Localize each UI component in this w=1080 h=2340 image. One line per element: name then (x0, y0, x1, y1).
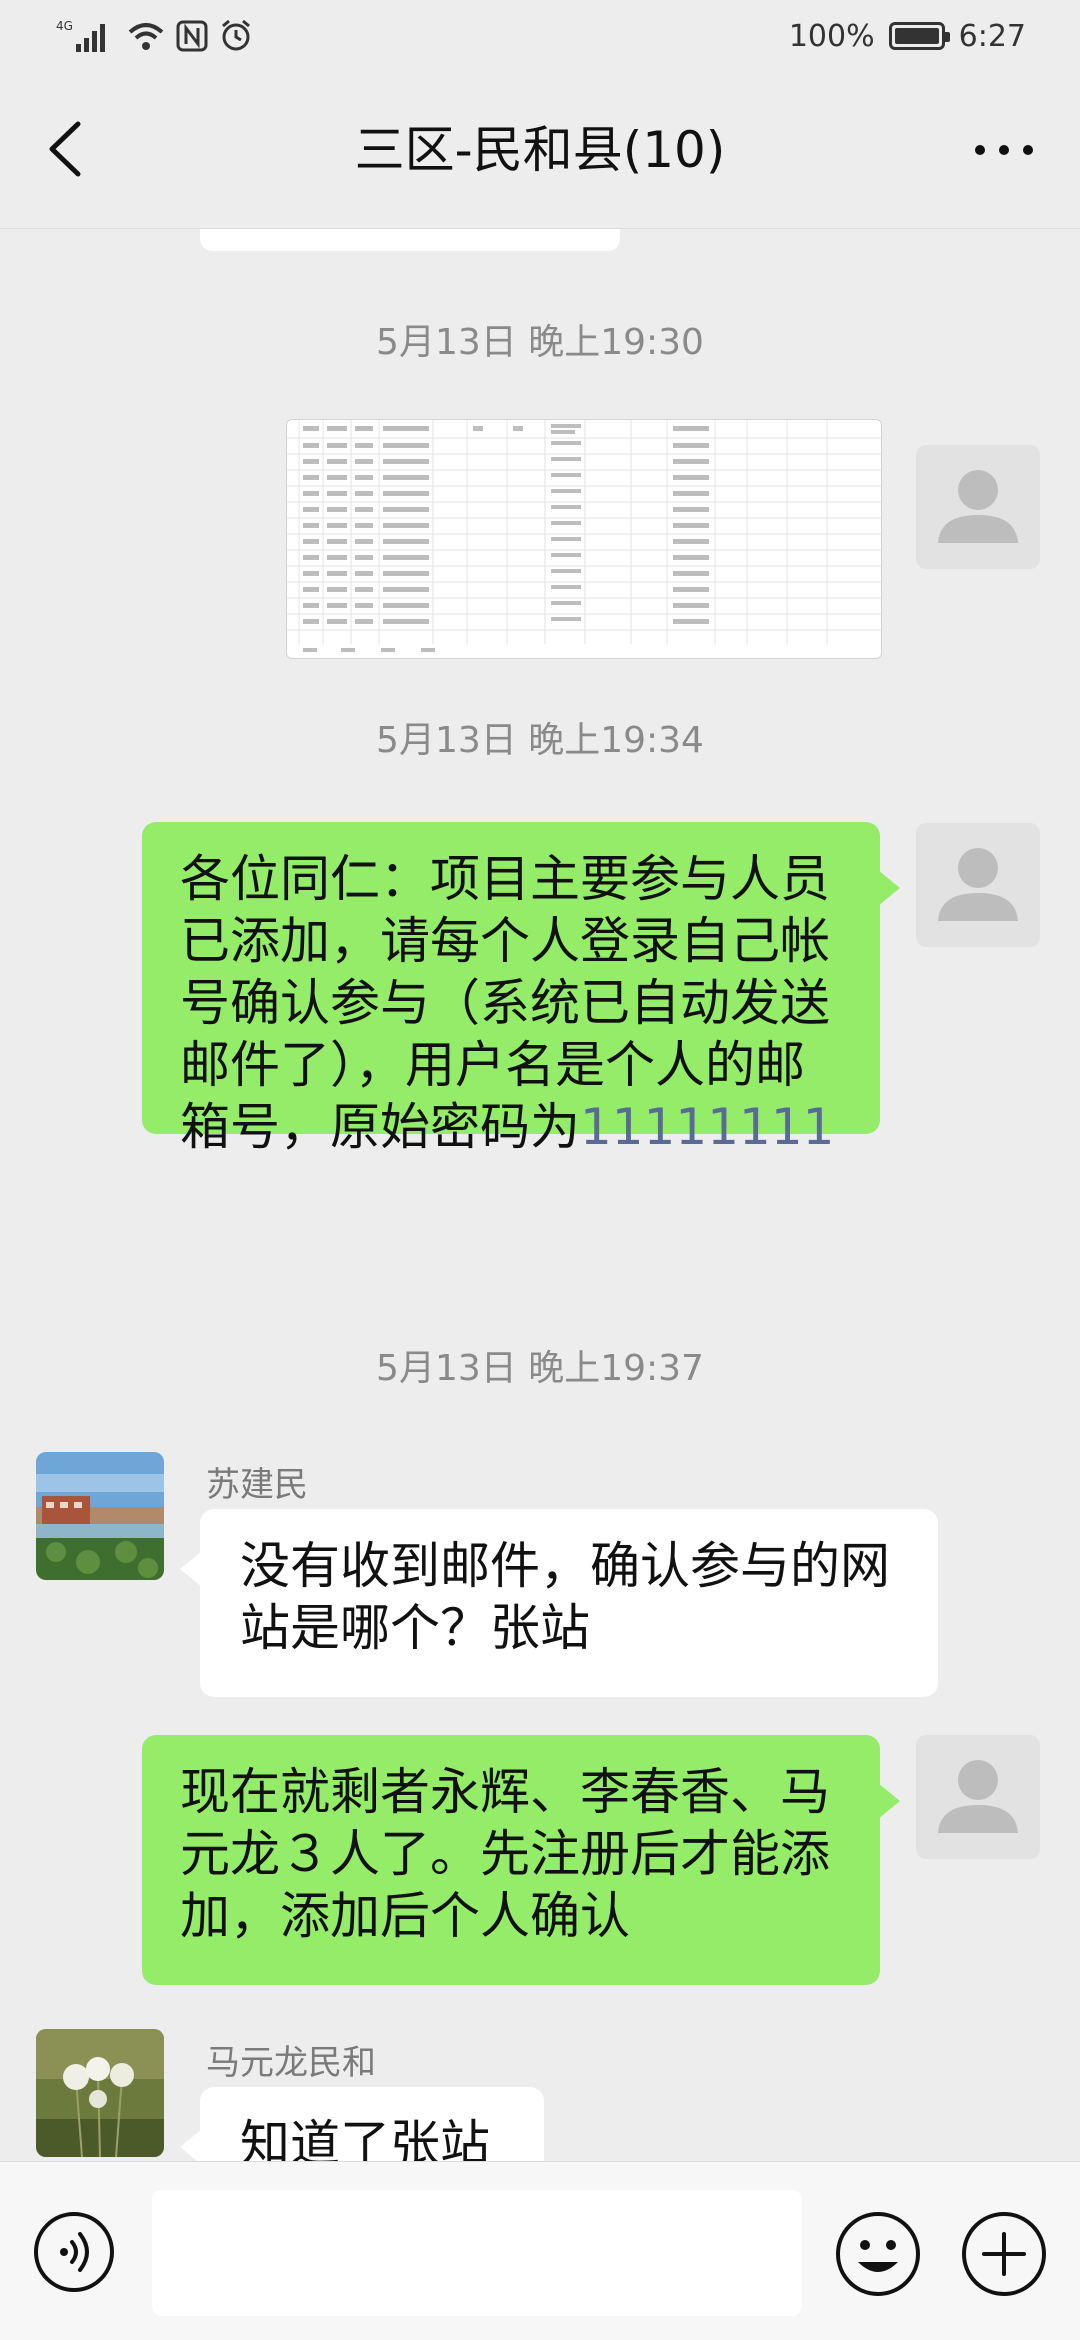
alarm-icon (222, 19, 250, 51)
wifi-icon (128, 23, 164, 50)
sender-name: 马元龙民和 (206, 2043, 376, 2083)
table-image-thumbnail (287, 420, 881, 652)
clock: 6:27 (958, 18, 1026, 54)
previous-message-bubble[interactable] (200, 229, 620, 251)
more-options-button[interactable] (964, 120, 1044, 180)
password-number-link[interactable]: 11111111 (580, 1098, 835, 1156)
timestamp: 5月13日 晚上19:30 (376, 322, 704, 363)
default-avatar-icon (938, 848, 1018, 921)
status-bar: 4G 100% 6:27 (0, 0, 1080, 72)
nfc-icon (176, 20, 208, 52)
incoming-message-bubble[interactable]: 知道了张站 (180, 2087, 544, 2161)
image-message[interactable] (286, 419, 882, 659)
message-input[interactable] (152, 2190, 802, 2316)
emoji-button[interactable] (834, 2210, 922, 2298)
sender-avatar[interactable] (36, 2029, 164, 2157)
default-avatar-icon (938, 1760, 1018, 1833)
avatar-photo-dandelions (36, 2029, 164, 2157)
own-avatar[interactable] (916, 445, 1040, 569)
own-avatar[interactable] (916, 1735, 1040, 1859)
message-text: 现在就剩者永辉、李春香、马元龙３人了。先注册后才能添加，添加后个人确认 (180, 1763, 830, 1945)
message-list[interactable]: 5月13日 晚上19:30 5月13日 晚上19:34 各位同仁：项目主要参与人… (0, 229, 1080, 2161)
timestamp: 5月13日 晚上19:34 (376, 720, 704, 761)
timestamp: 5月13日 晚上19:37 (376, 1348, 704, 1389)
more-dots-icon (975, 145, 1033, 155)
message-text: 没有收到邮件，确认参与的网站是哪个？张站 (240, 1537, 890, 1657)
voice-input-button[interactable] (32, 2210, 116, 2294)
avatar-photo-building (36, 1452, 164, 1580)
chevron-left-icon (49, 121, 81, 177)
emoji-icon (836, 2212, 920, 2296)
input-bar (0, 2161, 1080, 2340)
status-bar-right: 100% 6:27 (789, 18, 1026, 54)
own-message-bubble[interactable]: 各位同仁：项目主要参与人员已添加，请每个人登录自己帐号确认参与（系统已自动发送邮… (142, 822, 900, 1156)
voice-icon (34, 2212, 114, 2292)
battery-icon (888, 22, 950, 50)
default-avatar-icon (938, 470, 1018, 543)
more-functions-button[interactable] (960, 2210, 1048, 2298)
cellular-signal-icon: 4G (56, 19, 105, 52)
back-button[interactable] (38, 116, 98, 182)
own-avatar[interactable] (916, 823, 1040, 947)
network-type-label: 4G (56, 19, 73, 33)
sender-name: 苏建民 (206, 1465, 308, 1505)
chat-title: 三区-民和县(10) (354, 121, 726, 179)
incoming-message-bubble[interactable]: 没有收到邮件，确认参与的网站是哪个？张站 (180, 1509, 938, 1697)
chat-header: 三区-民和县(10) (0, 72, 1080, 228)
plus-icon (962, 2212, 1046, 2296)
own-message-bubble[interactable]: 现在就剩者永辉、李春香、马元龙３人了。先注册后才能添加，添加后个人确认 (142, 1735, 900, 1985)
battery-percent: 100% (788, 18, 875, 54)
message-text: 知道了张站 (240, 2115, 490, 2161)
status-bar-left: 4G (56, 18, 254, 54)
sender-avatar[interactable] (36, 1452, 164, 1580)
